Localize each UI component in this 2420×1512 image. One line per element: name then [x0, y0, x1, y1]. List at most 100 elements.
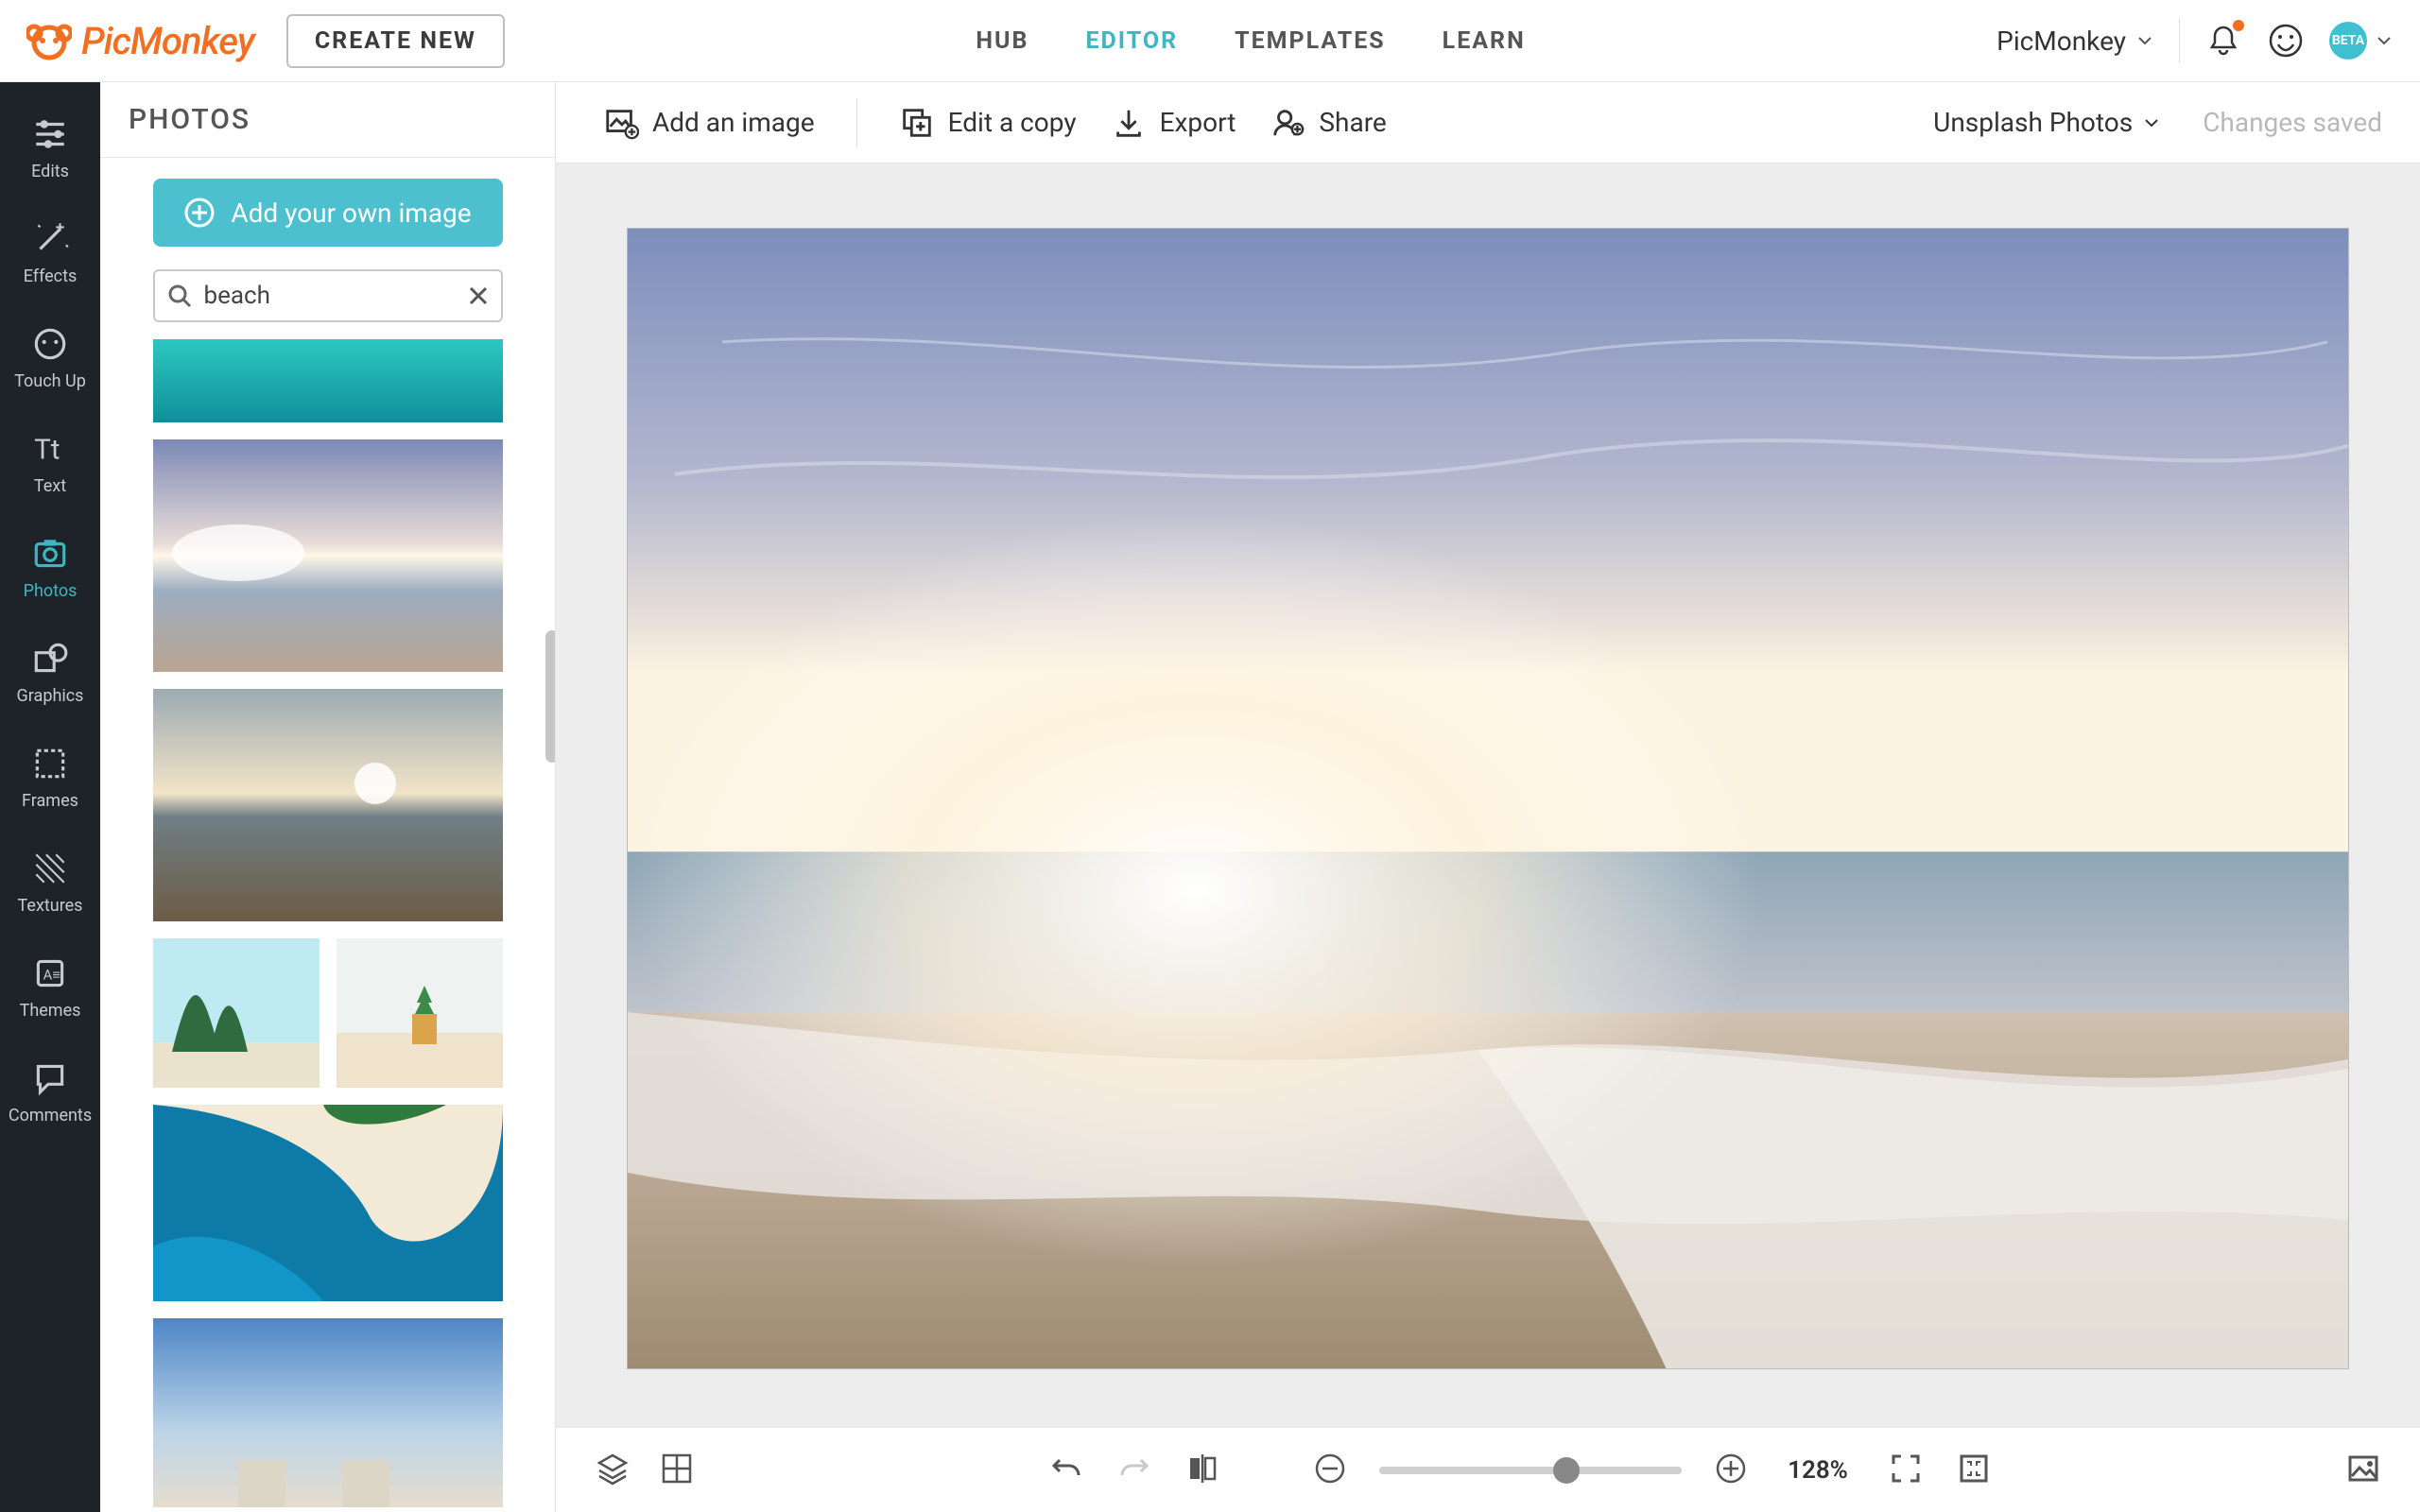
- flip-button[interactable]: [1184, 1451, 1220, 1490]
- minus-circle-icon: [1313, 1452, 1347, 1486]
- rail-graphics[interactable]: Graphics: [0, 620, 100, 725]
- account-dropdown[interactable]: PicMonkey: [1996, 26, 2154, 57]
- rail-label: Photos: [24, 581, 78, 601]
- grid-icon: [658, 1450, 696, 1487]
- logo[interactable]: PicMonkey: [26, 18, 254, 63]
- fit-screen-button[interactable]: [1888, 1451, 1924, 1490]
- redo-button[interactable]: [1116, 1451, 1152, 1490]
- panel-title: PHOTOS: [100, 82, 555, 158]
- clear-search-button[interactable]: [467, 284, 490, 307]
- plus-circle-icon: [183, 197, 216, 229]
- edit-copy-button[interactable]: Edit a copy: [890, 105, 1086, 141]
- tool-label: Export: [1160, 107, 1236, 138]
- rail-photos[interactable]: Photos: [0, 515, 100, 620]
- search-icon: [166, 283, 193, 309]
- search-input[interactable]: [153, 269, 503, 322]
- chevron-down-icon: [2142, 113, 2161, 132]
- nav-learn[interactable]: LEARN: [1443, 27, 1526, 55]
- rail-edits[interactable]: Edits: [0, 95, 100, 200]
- rail-label: Frames: [22, 791, 78, 811]
- photo-icon: [30, 534, 70, 574]
- source-label: Unsplash Photos: [1933, 107, 2133, 138]
- zoom-percent[interactable]: 128%: [1780, 1456, 1856, 1485]
- zoom-slider[interactable]: [1379, 1467, 1682, 1474]
- separator: [856, 98, 857, 147]
- tool-label: Add an image: [652, 107, 815, 138]
- topbar-right: PicMonkey BETA: [1996, 18, 2394, 63]
- layers-button[interactable]: [594, 1450, 631, 1491]
- thumb-item[interactable]: [153, 1105, 503, 1301]
- fullscreen-button[interactable]: [1956, 1451, 1992, 1490]
- zoom-in-button[interactable]: [1714, 1452, 1748, 1489]
- panel-scrollbar[interactable]: [545, 630, 555, 763]
- notifications-button[interactable]: [2204, 22, 2242, 60]
- create-new-button[interactable]: CREATE NEW: [286, 14, 505, 68]
- svg-text:A≡: A≡: [43, 966, 60, 983]
- background-image-button[interactable]: [2344, 1450, 2382, 1491]
- rail-themes[interactable]: A≡ Themes: [0, 935, 100, 1040]
- canvas-area: Add an image Edit a copy Export Share: [556, 82, 2420, 1512]
- rail-touchup[interactable]: Touch Up: [0, 305, 100, 410]
- zoom-out-button[interactable]: [1313, 1452, 1347, 1489]
- notification-dot: [2233, 20, 2244, 31]
- image-icon: [2344, 1450, 2382, 1487]
- share-button[interactable]: Share: [1260, 105, 1395, 141]
- tool-label: Share: [1319, 107, 1386, 138]
- avatar-menu[interactable]: BETA: [2329, 22, 2394, 60]
- canvas-viewport[interactable]: [556, 163, 2420, 1427]
- add-own-image-button[interactable]: Add your own image: [153, 179, 503, 247]
- nav-templates[interactable]: TEMPLATES: [1235, 27, 1386, 55]
- thumb-item[interactable]: [153, 689, 503, 921]
- bottom-bar: 128%: [556, 1427, 2420, 1512]
- zoom-slider-thumb[interactable]: [1553, 1457, 1580, 1484]
- copy-plus-icon: [899, 105, 935, 141]
- nav-editor[interactable]: EDITOR: [1085, 27, 1178, 55]
- thumb-item[interactable]: [153, 1318, 503, 1507]
- thumb-item[interactable]: [337, 938, 503, 1088]
- nav-hub[interactable]: HUB: [976, 27, 1028, 55]
- rail-comments[interactable]: Comments: [0, 1040, 100, 1144]
- chevron-down-icon: [2135, 31, 2154, 50]
- texture-icon: [30, 849, 70, 888]
- thumbnail-list: [153, 339, 503, 1507]
- grid-button[interactable]: [658, 1450, 696, 1491]
- smiley-icon: [2267, 22, 2305, 60]
- redo-icon: [1116, 1451, 1152, 1486]
- thumb-item[interactable]: [153, 439, 503, 672]
- rail-label: Graphics: [17, 686, 84, 706]
- image-plus-icon: [603, 105, 639, 141]
- chevron-down-icon: [2375, 31, 2394, 50]
- rail-label: Themes: [20, 1001, 81, 1021]
- undo-icon: [1048, 1451, 1084, 1486]
- export-button[interactable]: Export: [1101, 105, 1246, 141]
- thumb-item[interactable]: [153, 339, 503, 422]
- canvas[interactable]: [627, 228, 2349, 1369]
- photos-panel: PHOTOS Add your own image: [100, 82, 556, 1512]
- add-image-button[interactable]: Add an image: [594, 105, 824, 141]
- sliders-icon: [30, 114, 70, 154]
- photo-source-dropdown[interactable]: Unsplash Photos: [1933, 107, 2161, 138]
- face-icon: [30, 324, 70, 364]
- rail-label: Touch Up: [14, 371, 86, 391]
- help-button[interactable]: [2267, 22, 2305, 60]
- avatar-badge: BETA: [2329, 22, 2367, 60]
- text-icon: Tt: [30, 429, 70, 469]
- rail-label: Text: [34, 476, 66, 496]
- rail-label: Textures: [18, 896, 83, 916]
- canvas-image: [628, 229, 2348, 1369]
- rail-text[interactable]: Tt Text: [0, 410, 100, 515]
- rail-label: Edits: [31, 162, 69, 181]
- rail-textures[interactable]: Textures: [0, 830, 100, 935]
- rail-frames[interactable]: Frames: [0, 725, 100, 830]
- wand-icon: [30, 219, 70, 259]
- topbar: PicMonkey CREATE NEW HUB EDITOR TEMPLATE…: [0, 0, 2420, 82]
- tool-label: Edit a copy: [948, 107, 1077, 138]
- svg-text:Tt: Tt: [34, 435, 60, 467]
- plus-circle-icon: [1714, 1452, 1748, 1486]
- thumb-item[interactable]: [153, 938, 320, 1088]
- comment-icon: [30, 1058, 70, 1098]
- undo-button[interactable]: [1048, 1451, 1084, 1490]
- rail-label: Comments: [9, 1106, 92, 1125]
- rail-label: Effects: [24, 266, 78, 286]
- rail-effects[interactable]: Effects: [0, 200, 100, 305]
